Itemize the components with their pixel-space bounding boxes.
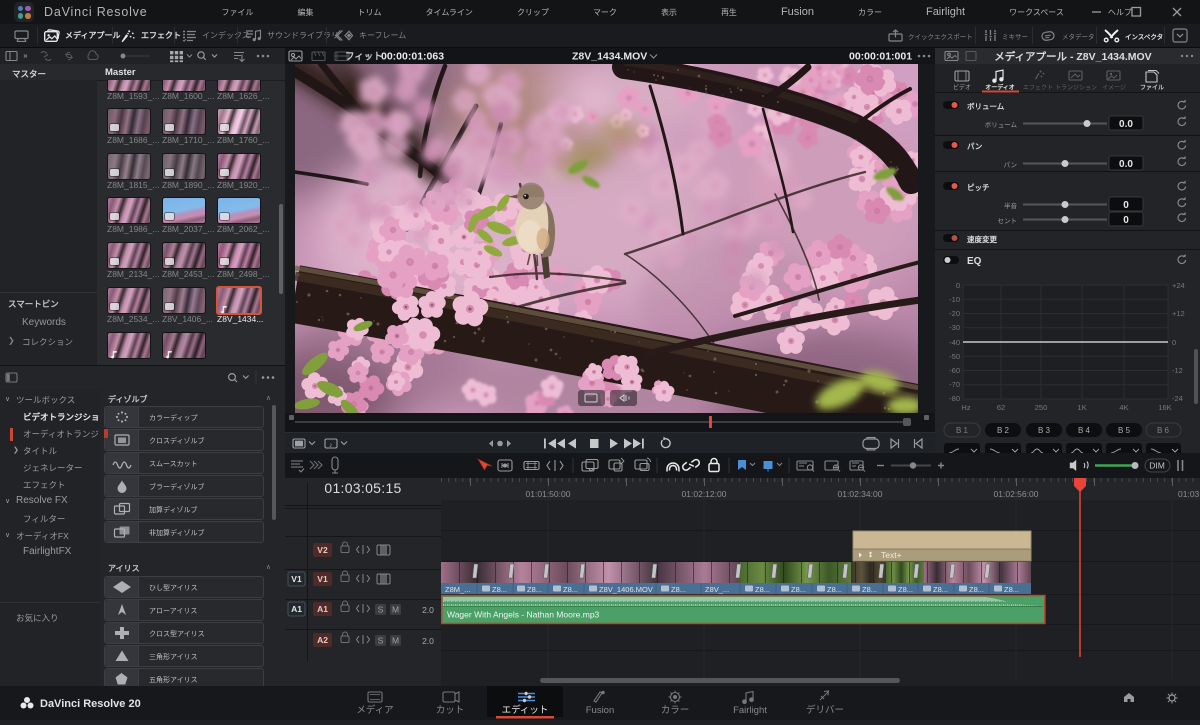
svg-text:Hz: Hz <box>961 403 970 412</box>
svg-text:M: M <box>392 636 399 646</box>
svg-text:-80: -80 <box>949 394 960 403</box>
svg-text:1K: 1K <box>1077 403 1086 412</box>
svg-text:カラー: カラー <box>661 705 690 716</box>
svg-text:カット: カット <box>436 705 465 716</box>
svg-text:イメージ: イメージ <box>1102 86 1126 92</box>
svg-text:メディアプール - Z8V_1434.MOV: メディアプール - Z8V_1434.MOV <box>994 50 1151 63</box>
svg-text:4K: 4K <box>1119 403 1128 412</box>
svg-text:B 2: B 2 <box>997 426 1010 435</box>
svg-text:ファイル: ファイル <box>1140 85 1164 92</box>
svg-text:-12: -12 <box>1172 366 1183 375</box>
svg-text:-20: -20 <box>949 309 960 318</box>
svg-text:A1: A1 <box>291 604 302 614</box>
svg-text:Fairlight: Fairlight <box>733 705 767 716</box>
svg-text:トランジション: トランジション <box>1055 85 1097 92</box>
svg-text:+12: +12 <box>1172 309 1185 318</box>
svg-text:ピッチ: ピッチ <box>967 182 990 192</box>
svg-text:ボリューム: ボリューム <box>985 121 1018 129</box>
svg-text:+24: +24 <box>1172 281 1185 290</box>
svg-text:B 4: B 4 <box>1078 426 1091 435</box>
svg-text:♪: ♪ <box>329 442 333 449</box>
svg-text:S: S <box>378 636 384 646</box>
svg-text:Fusion: Fusion <box>586 705 615 716</box>
svg-text:B 6: B 6 <box>1157 426 1170 435</box>
svg-text:00:00:01:001: 00:00:01:001 <box>849 51 912 63</box>
svg-text:B 5: B 5 <box>1118 426 1131 435</box>
svg-text:S: S <box>378 605 384 615</box>
svg-text:-50: -50 <box>949 352 960 361</box>
svg-text:パン: パン <box>1004 161 1017 169</box>
svg-text:-10: -10 <box>949 295 960 304</box>
svg-text:0: 0 <box>1123 215 1129 226</box>
svg-text:0: 0 <box>1172 338 1176 347</box>
svg-text:0.0: 0.0 <box>1119 119 1133 130</box>
svg-text:オーディオ: オーディオ <box>985 84 1015 92</box>
svg-text:DIM: DIM <box>1149 461 1165 471</box>
svg-text:Z8V_1434.MOV: Z8V_1434.MOV <box>572 51 647 63</box>
svg-text:デリバー: デリバー <box>806 704 844 716</box>
svg-text:2.0: 2.0 <box>422 605 434 615</box>
svg-text:A2: A2 <box>317 635 328 645</box>
svg-text:62: 62 <box>997 403 1005 412</box>
svg-text:V2: V2 <box>317 545 328 555</box>
svg-text:-40: -40 <box>949 338 960 347</box>
svg-text:16K: 16K <box>1158 403 1171 412</box>
svg-text:-30: -30 <box>949 323 960 332</box>
svg-text:2.0: 2.0 <box>422 636 434 646</box>
svg-text:EQ: EQ <box>967 256 982 267</box>
svg-text:ビデオ: ビデオ <box>953 84 971 92</box>
svg-text:M: M <box>392 605 399 615</box>
svg-text:0: 0 <box>1123 200 1129 211</box>
svg-text:エフェクト: エフェクト <box>1023 85 1053 92</box>
svg-text:-60: -60 <box>949 366 960 375</box>
svg-text:250: 250 <box>1035 403 1048 412</box>
svg-text:フィット: フィット <box>345 52 383 63</box>
svg-text:ボリューム: ボリューム <box>967 101 1005 111</box>
svg-text:V1: V1 <box>291 574 302 584</box>
svg-text:0: 0 <box>956 281 960 290</box>
svg-text:セント: セント <box>998 217 1018 225</box>
svg-text:速度変更: 速度変更 <box>967 234 997 244</box>
svg-text:B 3: B 3 <box>1038 426 1051 435</box>
svg-text:V1: V1 <box>317 574 328 584</box>
svg-text:-70: -70 <box>949 380 960 389</box>
svg-text:DaVinci Resolve 20: DaVinci Resolve 20 <box>40 698 141 710</box>
svg-text:0.0: 0.0 <box>1119 159 1133 170</box>
svg-text:パン: パン <box>967 141 983 151</box>
svg-text:-24: -24 <box>1172 394 1183 403</box>
svg-text:B 1: B 1 <box>956 426 969 435</box>
svg-text:00:00:01:063: 00:00:01:063 <box>381 51 444 63</box>
svg-text:A1: A1 <box>317 604 328 614</box>
svg-text:メディア: メディア <box>356 704 393 716</box>
svg-text:エディット: エディット <box>502 704 549 716</box>
svg-text:半音: 半音 <box>1004 201 1018 210</box>
